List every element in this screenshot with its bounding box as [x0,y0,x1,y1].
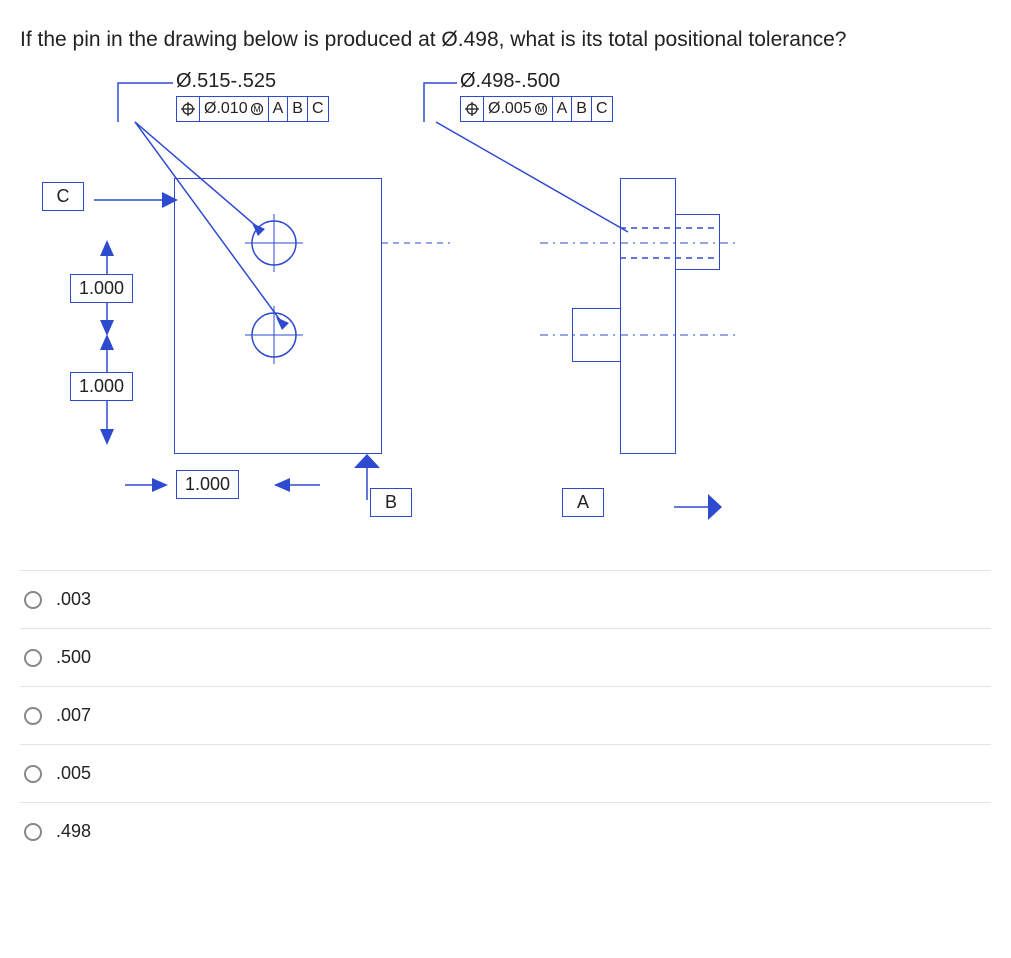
option-1[interactable]: .003 [20,570,991,628]
answer-options: .003 .500 .007 .005 .498 [20,570,991,860]
radio-icon[interactable] [24,591,42,609]
radio-icon[interactable] [24,823,42,841]
radio-icon[interactable] [24,765,42,783]
datum-c: C [42,182,84,211]
datum-a: A [562,488,604,517]
radio-icon[interactable] [24,649,42,667]
leader-lines [20,70,980,550]
basic-dim-v2: 1.000 [70,372,133,401]
engineering-drawing: Ø.515-.525 Ø.010M A B C Ø.498-.500 Ø.005… [20,70,980,550]
option-label: .007 [56,705,91,726]
option-label: .498 [56,821,91,842]
option-label: .500 [56,647,91,668]
question-text: If the pin in the drawing below is produ… [20,28,991,52]
radio-icon[interactable] [24,707,42,725]
front-view-holes [174,178,382,454]
datum-b: B [370,488,412,517]
basic-dim-h1: 1.000 [176,470,239,499]
option-4[interactable]: .005 [20,744,991,802]
option-label: .003 [56,589,91,610]
basic-dim-v1: 1.000 [70,274,133,303]
side-view-boss [572,308,620,362]
option-3[interactable]: .007 [20,686,991,744]
option-5[interactable]: .498 [20,802,991,860]
option-2[interactable]: .500 [20,628,991,686]
side-view-pin [676,214,720,270]
side-view-plate [620,178,676,454]
option-label: .005 [56,763,91,784]
